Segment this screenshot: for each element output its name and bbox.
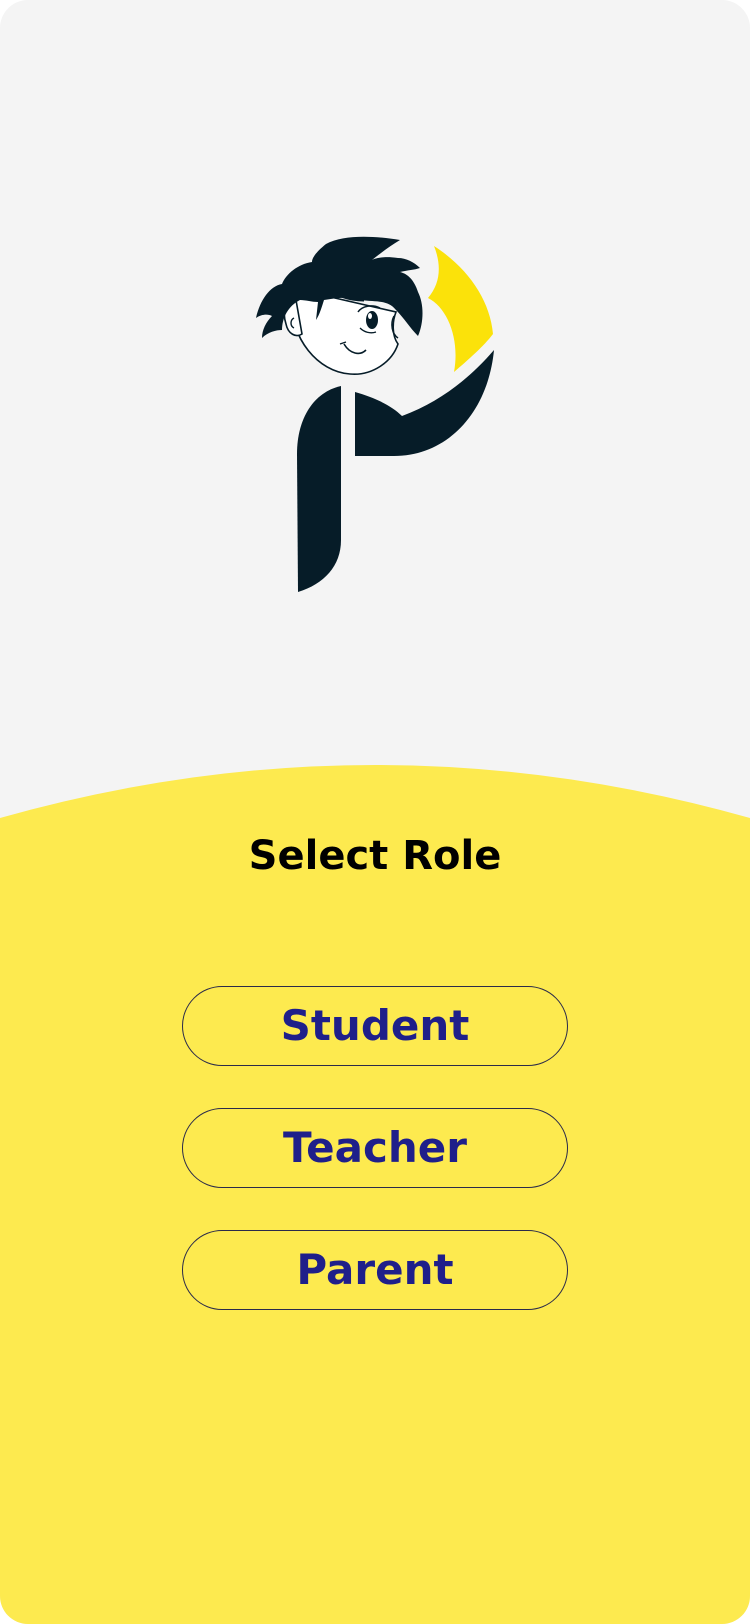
student-role-label: Student: [280, 1001, 470, 1050]
teacher-role-label: Teacher: [283, 1123, 467, 1172]
parent-role-button[interactable]: Parent: [182, 1230, 568, 1310]
teacher-role-button[interactable]: Teacher: [182, 1108, 568, 1188]
page-title: Select Role: [248, 833, 502, 879]
student-role-button[interactable]: Student: [182, 986, 568, 1066]
role-select-screen: Select Role Student Teacher Parent: [0, 0, 750, 1624]
parent-role-label: Parent: [296, 1245, 454, 1294]
app-logo-icon: [256, 236, 494, 592]
